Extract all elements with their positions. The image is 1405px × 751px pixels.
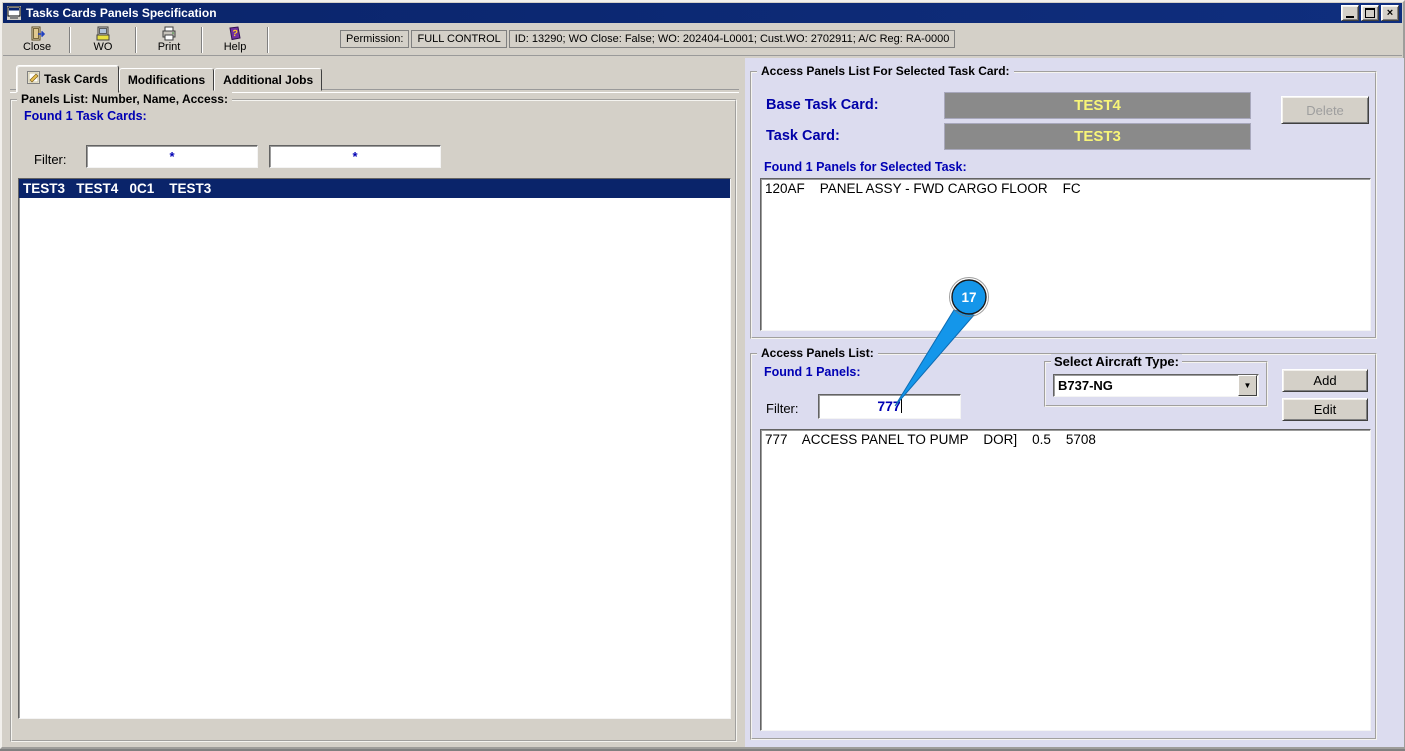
panel-row[interactable]: 120AF PANEL ASSY - FWD CARGO FLOOR FC bbox=[761, 179, 1370, 198]
access-panels-group-title: Access Panels List: bbox=[757, 346, 878, 360]
wo-button-label: WO bbox=[93, 41, 113, 53]
tab-modifications-label: Modifications bbox=[127, 73, 206, 87]
wo-button[interactable]: WO bbox=[75, 26, 131, 54]
print-button[interactable]: Print bbox=[141, 26, 197, 54]
close-icon: × bbox=[1386, 7, 1394, 19]
task-card-label: Task Card: bbox=[766, 128, 840, 144]
task-filter-input-1[interactable]: * bbox=[86, 145, 258, 168]
found-task-cards-text: Found 1 Task Cards: bbox=[24, 109, 147, 123]
help-button[interactable]: ? Help bbox=[207, 26, 263, 54]
context-info: ID: 13290; WO Close: False; WO: 202404-L… bbox=[508, 30, 956, 48]
task-filter-label: Filter: bbox=[34, 152, 67, 167]
toolbar-separator bbox=[267, 26, 269, 53]
selected-task-panels-group: Access Panels List For Selected Task Car… bbox=[750, 64, 1377, 339]
close-window-button[interactable]: × bbox=[1381, 5, 1399, 21]
panels-filter-label: Filter: bbox=[766, 401, 799, 416]
permission-label: Permission: bbox=[340, 30, 410, 48]
task-cards-list: TEST3 TEST4 0C1 TEST3 bbox=[18, 178, 731, 719]
add-button[interactable]: Add bbox=[1282, 369, 1368, 392]
access-panels-group: Access Panels List: Found 1 Panels: Filt… bbox=[750, 346, 1377, 740]
task-card-value: TEST3 bbox=[944, 123, 1251, 150]
app-icon bbox=[7, 6, 21, 20]
svg-text:?: ? bbox=[232, 28, 239, 39]
close-button-label: Close bbox=[22, 41, 52, 53]
title-bar: Tasks Cards Panels Specification × bbox=[3, 3, 1402, 23]
restore-button[interactable] bbox=[1361, 5, 1379, 21]
tab-task-cards[interactable]: Task Cards bbox=[16, 65, 119, 93]
minimize-button[interactable] bbox=[1341, 5, 1359, 21]
access-panels-section: Access Panels List For Selected Task Car… bbox=[745, 58, 1404, 747]
found-panels-selected-task-text: Found 1 Panels for Selected Task: bbox=[764, 160, 967, 174]
tab-task-cards-label: Task Cards bbox=[44, 72, 108, 86]
close-button[interactable]: Close bbox=[9, 26, 65, 54]
selected-task-panels-list: 120AF PANEL ASSY - FWD CARGO FLOOR FC bbox=[760, 178, 1371, 331]
aircraft-type-group-title: Select Aircraft Type: bbox=[1051, 354, 1182, 369]
access-panels-list: 777 ACCESS PANEL TO PUMP DOR] 0.5 5708 bbox=[760, 429, 1371, 731]
panels-filter-input[interactable]: 777 bbox=[818, 394, 961, 419]
task-cards-group: Panels List: Number, Name, Access: Found… bbox=[10, 92, 737, 742]
chevron-down-icon[interactable]: ▼ bbox=[1238, 375, 1257, 396]
restore-icon bbox=[1365, 8, 1375, 18]
base-task-card-value: TEST4 bbox=[944, 92, 1251, 119]
tab-additional-jobs[interactable]: Additional Jobs bbox=[214, 68, 323, 91]
tab-modifications[interactable]: Modifications bbox=[118, 68, 215, 91]
tab-additional-jobs-label: Additional Jobs bbox=[223, 73, 314, 87]
help-book-icon: ? bbox=[227, 26, 243, 41]
panels-filter-value: 777 bbox=[877, 398, 901, 414]
aircraft-type-value: B737-NG bbox=[1058, 378, 1113, 393]
aircraft-type-group: Select Aircraft Type: B737-NG ▼ bbox=[1044, 354, 1268, 407]
print-button-label: Print bbox=[157, 41, 181, 53]
minimize-icon bbox=[1346, 15, 1354, 18]
toolbar: Close WO Print ? Help Permission: FULL C… bbox=[3, 24, 1402, 56]
permission-value: FULL CONTROL bbox=[411, 30, 507, 48]
base-task-card-label: Base Task Card: bbox=[766, 97, 879, 113]
status-info-bar: Permission: FULL CONTROL ID: 13290; WO C… bbox=[340, 30, 956, 48]
task-card-row[interactable]: TEST3 TEST4 0C1 TEST3 bbox=[19, 179, 730, 198]
aircraft-type-combobox[interactable]: B737-NG ▼ bbox=[1053, 374, 1259, 397]
toolbar-separator bbox=[201, 26, 203, 53]
task-filter-input-2[interactable]: * bbox=[269, 145, 441, 168]
delete-button[interactable]: Delete bbox=[1281, 96, 1369, 124]
selected-task-panels-group-title: Access Panels List For Selected Task Car… bbox=[757, 64, 1014, 78]
access-panel-row[interactable]: 777 ACCESS PANEL TO PUMP DOR] 0.5 5708 bbox=[761, 430, 1370, 449]
tab-strip: Task Cards Modifications Additional Jobs bbox=[16, 64, 323, 93]
printer-icon bbox=[161, 26, 177, 41]
window-title: Tasks Cards Panels Specification bbox=[26, 6, 217, 20]
edit-button[interactable]: Edit bbox=[1282, 398, 1368, 421]
toolbar-separator bbox=[135, 26, 137, 53]
app-window: Tasks Cards Panels Specification × Close bbox=[0, 0, 1405, 749]
work-order-icon bbox=[95, 26, 111, 41]
toolbar-separator bbox=[69, 26, 71, 53]
help-button-label: Help bbox=[223, 41, 247, 53]
text-cursor bbox=[900, 399, 902, 413]
task-card-icon bbox=[27, 71, 40, 87]
task-cards-group-title: Panels List: Number, Name, Access: bbox=[17, 92, 232, 106]
found-panels-text: Found 1 Panels: bbox=[764, 365, 861, 379]
exit-door-icon bbox=[29, 26, 45, 41]
